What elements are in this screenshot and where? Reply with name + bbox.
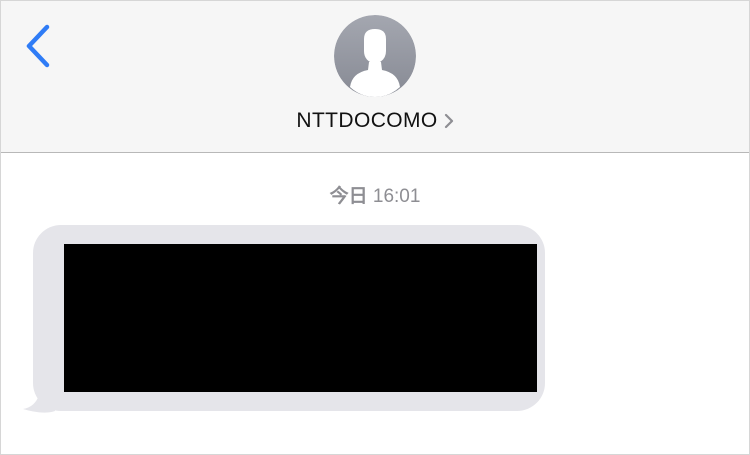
conversation-header: NTTDOCOMO <box>1 1 749 153</box>
incoming-message[interactable] <box>21 225 547 415</box>
contact-avatar[interactable] <box>334 15 416 97</box>
contact-name-button[interactable]: NTTDOCOMO <box>1 105 749 137</box>
chevron-left-icon <box>26 24 50 68</box>
chevron-right-icon <box>444 113 453 129</box>
message-timestamp: 今日 16:01 <box>1 181 749 208</box>
timestamp-day: 今日 <box>329 186 368 207</box>
person-silhouette-icon <box>334 15 416 97</box>
messages-screen: NTTDOCOMO 今日 16:01 <box>0 0 750 455</box>
message-bubble <box>33 225 545 411</box>
timestamp-time: 16:01 <box>372 186 421 207</box>
back-button[interactable] <box>19 21 59 73</box>
redacted-message-text <box>64 244 537 392</box>
contact-name: NTTDOCOMO <box>296 109 438 132</box>
